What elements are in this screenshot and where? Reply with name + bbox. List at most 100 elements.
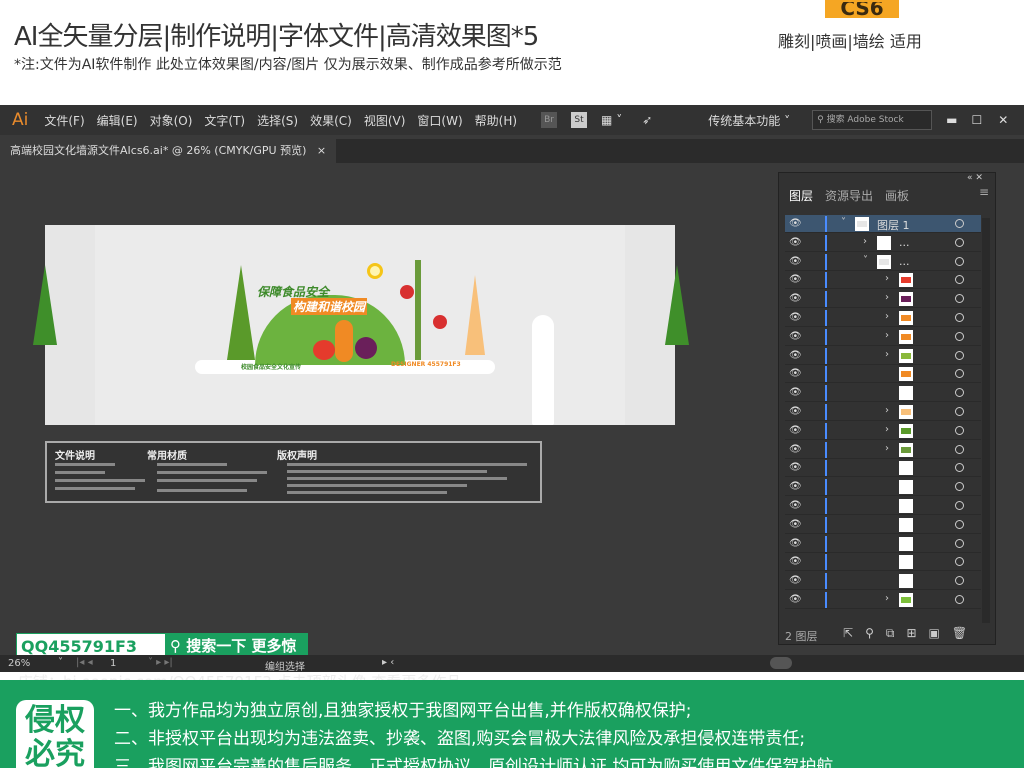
chevron-right-icon[interactable]: › [885, 311, 889, 322]
stock-button[interactable]: St [571, 112, 588, 128]
visibility-eye-icon[interactable]: 👁 [789, 575, 802, 586]
layer-row[interactable]: 👁 › [785, 290, 981, 309]
chevron-right-icon[interactable]: › [885, 292, 889, 303]
tab-asset-export[interactable]: 资源导出 [825, 187, 873, 204]
chevron-right-icon[interactable]: › [885, 593, 889, 604]
layer-row[interactable]: 👁 › [785, 591, 981, 609]
target-circle-icon[interactable] [955, 275, 964, 285]
bridge-button[interactable]: Br [541, 112, 558, 128]
target-circle-icon[interactable] [955, 482, 964, 492]
visibility-eye-icon[interactable]: 👁 [789, 481, 802, 492]
visibility-eye-icon[interactable]: 👁 [789, 500, 802, 511]
layer-row[interactable]: 👁 › [785, 347, 981, 365]
layer-name[interactable]: ... [899, 255, 910, 268]
menu-window[interactable]: 窗口(W) [417, 112, 462, 129]
target-circle-icon[interactable] [955, 331, 964, 341]
menu-help[interactable]: 帮助(H) [475, 112, 517, 129]
layer-row[interactable]: 👁 [785, 459, 981, 478]
visibility-eye-icon[interactable]: 👁 [789, 556, 802, 567]
target-circle-icon[interactable] [955, 463, 964, 473]
target-circle-icon[interactable] [955, 219, 964, 228]
visibility-eye-icon[interactable]: 👁 [789, 444, 802, 455]
zoom-dropdown-icon[interactable]: ˅ [58, 657, 63, 668]
chevron-right-icon[interactable]: › [885, 443, 889, 454]
layers-scrollbar[interactable] [982, 218, 990, 623]
chevron-right-icon[interactable]: › [885, 424, 889, 435]
menu-file[interactable]: 文件(F) [44, 112, 84, 129]
close-tab-icon[interactable]: × [317, 144, 326, 157]
delete-layer-icon[interactable]: 🗑 [952, 626, 979, 640]
chevron-down-icon[interactable]: ˅ [841, 217, 846, 228]
layer-row[interactable]: 👁 › [785, 271, 981, 290]
locate-object-icon[interactable]: ⚲ [865, 626, 886, 640]
target-circle-icon[interactable] [955, 501, 964, 510]
artboard-nav-next[interactable]: ˅ ▸ ▸| [148, 657, 173, 668]
target-circle-icon[interactable] [955, 294, 964, 304]
tab-layers[interactable]: 图层 [789, 187, 813, 204]
arrange-documents-icon[interactable]: ▦ ˅ [601, 113, 622, 127]
visibility-eye-icon[interactable]: 👁 [789, 594, 802, 605]
visibility-eye-icon[interactable]: 👁 [789, 350, 802, 361]
visibility-eye-icon[interactable]: 👁 [789, 218, 802, 229]
target-circle-icon[interactable] [955, 425, 964, 435]
canvas[interactable]: 保障食品安全 构建和谐校园 校园食品安全文化宣传 DESIGNER 455791… [0, 163, 1024, 691]
menu-type[interactable]: 文字(T) [204, 112, 245, 129]
layer-name[interactable]: ... [899, 236, 910, 249]
target-circle-icon[interactable] [955, 313, 964, 322]
layer-row[interactable]: 👁 [785, 535, 981, 553]
layer-row[interactable]: 👁 [785, 516, 981, 534]
clipping-mask-icon[interactable]: ⧉ [886, 626, 907, 640]
layer-row[interactable]: 👁 [785, 497, 981, 515]
target-circle-icon[interactable] [955, 407, 964, 416]
new-sublayer-icon[interactable]: ⊞ [906, 626, 928, 640]
target-circle-icon[interactable] [955, 576, 964, 586]
chevron-right-icon[interactable]: › [885, 405, 889, 416]
layer-name[interactable]: 图层 1 [877, 217, 910, 233]
target-circle-icon[interactable] [955, 444, 964, 454]
zoom-select[interactable]: 26% [8, 658, 58, 669]
artboard-nav-first[interactable]: |◂ ◂ [76, 657, 93, 668]
visibility-eye-icon[interactable]: 👁 [789, 256, 802, 267]
status-menu-arrow[interactable]: ▸ ‹ [382, 657, 394, 668]
visibility-eye-icon[interactable]: 👁 [789, 368, 802, 379]
maximize-button[interactable]: ☐ [971, 113, 982, 127]
panel-collapse-icon[interactable]: « ✕ [967, 173, 983, 183]
target-circle-icon[interactable] [955, 557, 964, 567]
chevron-down-icon[interactable]: ˅ [863, 255, 868, 266]
visibility-eye-icon[interactable]: 👁 [789, 274, 802, 285]
workspace-switcher[interactable]: 传统基本功能 ˅ [708, 112, 790, 129]
layer-row[interactable]: 👁 [785, 572, 981, 591]
layer-row[interactable]: 👁 › [785, 422, 981, 440]
visibility-eye-icon[interactable]: 👁 [789, 538, 802, 549]
layer-row[interactable]: 👁 [785, 553, 981, 572]
layer-row[interactable]: 👁 ›... [785, 234, 981, 252]
stock-search-input[interactable]: ⚲ 搜索 Adobe Stock [812, 110, 933, 130]
layer-row[interactable]: 👁 › [785, 328, 981, 346]
chevron-right-icon[interactable]: › [885, 273, 889, 284]
visibility-eye-icon[interactable]: 👁 [789, 331, 802, 342]
target-circle-icon[interactable] [955, 388, 964, 398]
menu-view[interactable]: 视图(V) [364, 112, 406, 129]
visibility-eye-icon[interactable]: 👁 [789, 425, 802, 436]
layer-row[interactable]: 👁 › [785, 309, 981, 327]
layer-row[interactable]: 👁 [785, 384, 981, 403]
panel-menu-icon[interactable]: ≡ [979, 185, 989, 199]
visibility-eye-icon[interactable]: 👁 [789, 293, 802, 304]
target-circle-icon[interactable] [955, 519, 964, 529]
menu-select[interactable]: 选择(S) [257, 112, 298, 129]
target-circle-icon[interactable] [955, 256, 964, 266]
menu-edit[interactable]: 编辑(E) [97, 112, 138, 129]
visibility-eye-icon[interactable]: 👁 [789, 237, 802, 248]
layer-row[interactable]: 👁 ˅... [785, 253, 981, 271]
target-circle-icon[interactable] [955, 237, 964, 247]
artboard-number[interactable]: 1 [110, 658, 116, 669]
layer-row[interactable]: 👁 › [785, 403, 981, 421]
visibility-eye-icon[interactable]: 👁 [789, 462, 802, 473]
target-circle-icon[interactable] [955, 350, 964, 360]
layer-row[interactable]: 👁 [785, 365, 981, 384]
visibility-eye-icon[interactable]: 👁 [789, 312, 802, 323]
menu-object[interactable]: 对象(O) [150, 112, 193, 129]
target-circle-icon[interactable] [955, 538, 964, 548]
minimize-button[interactable]: ▬ [946, 113, 957, 127]
layer-row[interactable]: 👁 [785, 478, 981, 497]
